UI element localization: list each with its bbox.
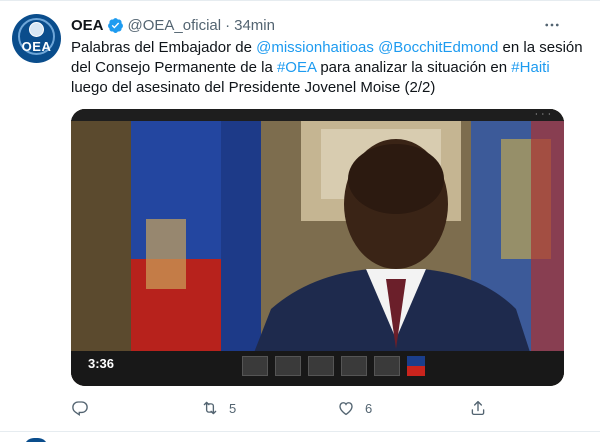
author-handle[interactable]: @OEA_oficial [128, 17, 222, 34]
timestamp[interactable]: 34min [234, 17, 275, 34]
like-count: 6 [365, 400, 373, 416]
text-segment: luego del asesinato del Presidente Joven… [71, 79, 436, 96]
share-button[interactable] [469, 398, 497, 418]
video-frame [71, 109, 564, 386]
mention-link[interactable]: @BocchitEdmond [378, 39, 498, 56]
globe-icon [29, 22, 44, 37]
mention-link[interactable]: @missionhaitioas [256, 39, 374, 56]
reply-button[interactable] [71, 398, 99, 418]
participant-thumbnail [242, 356, 268, 376]
participant-thumbnails [242, 356, 425, 376]
tweet-divider [0, 431, 600, 432]
verified-badge-icon [107, 17, 124, 34]
text-segment: Palabras del Embajador de [71, 39, 257, 56]
more-horizontal-icon[interactable] [542, 15, 562, 35]
retweet-button[interactable]: 5 [201, 398, 236, 418]
window-controls: • • • [535, 111, 552, 116]
tweet-header: OEA @OEA_oficial · 34min [71, 15, 275, 35]
participant-thumbnail [275, 356, 301, 376]
like-button[interactable]: 6 [337, 398, 372, 418]
haiti-flag-thumbnail [407, 356, 425, 376]
separator: · [225, 16, 231, 34]
video-timecode: 3:36 [88, 356, 115, 371]
participant-thumbnail [308, 356, 334, 376]
video-player[interactable]: • • • 3:36 [71, 109, 564, 386]
heart-icon [339, 402, 353, 416]
reply-icon [72, 401, 88, 417]
tweet-actions: 5 6 [71, 398, 491, 418]
share-icon [471, 400, 485, 416]
hashtag-link[interactable]: #OEA [277, 59, 316, 76]
retweet-count: 5 [229, 400, 237, 416]
tweet-text: Palabras del Embajador de @missionhaitio… [71, 38, 586, 98]
hashtag-link[interactable]: #Haiti [511, 59, 549, 76]
avatar[interactable]: OEA [12, 14, 61, 63]
text-segment: para analizar la situación en [316, 59, 512, 76]
participant-thumbnail [374, 356, 400, 376]
logo-text: OEA [21, 39, 52, 54]
author-name[interactable]: OEA [71, 17, 104, 34]
next-tweet-avatar[interactable] [24, 438, 48, 442]
retweet-icon [203, 401, 217, 415]
participant-thumbnail [341, 356, 367, 376]
tweet[interactable]: OEA OEA @OEA_oficial · 34min Palabras de… [0, 0, 600, 442]
